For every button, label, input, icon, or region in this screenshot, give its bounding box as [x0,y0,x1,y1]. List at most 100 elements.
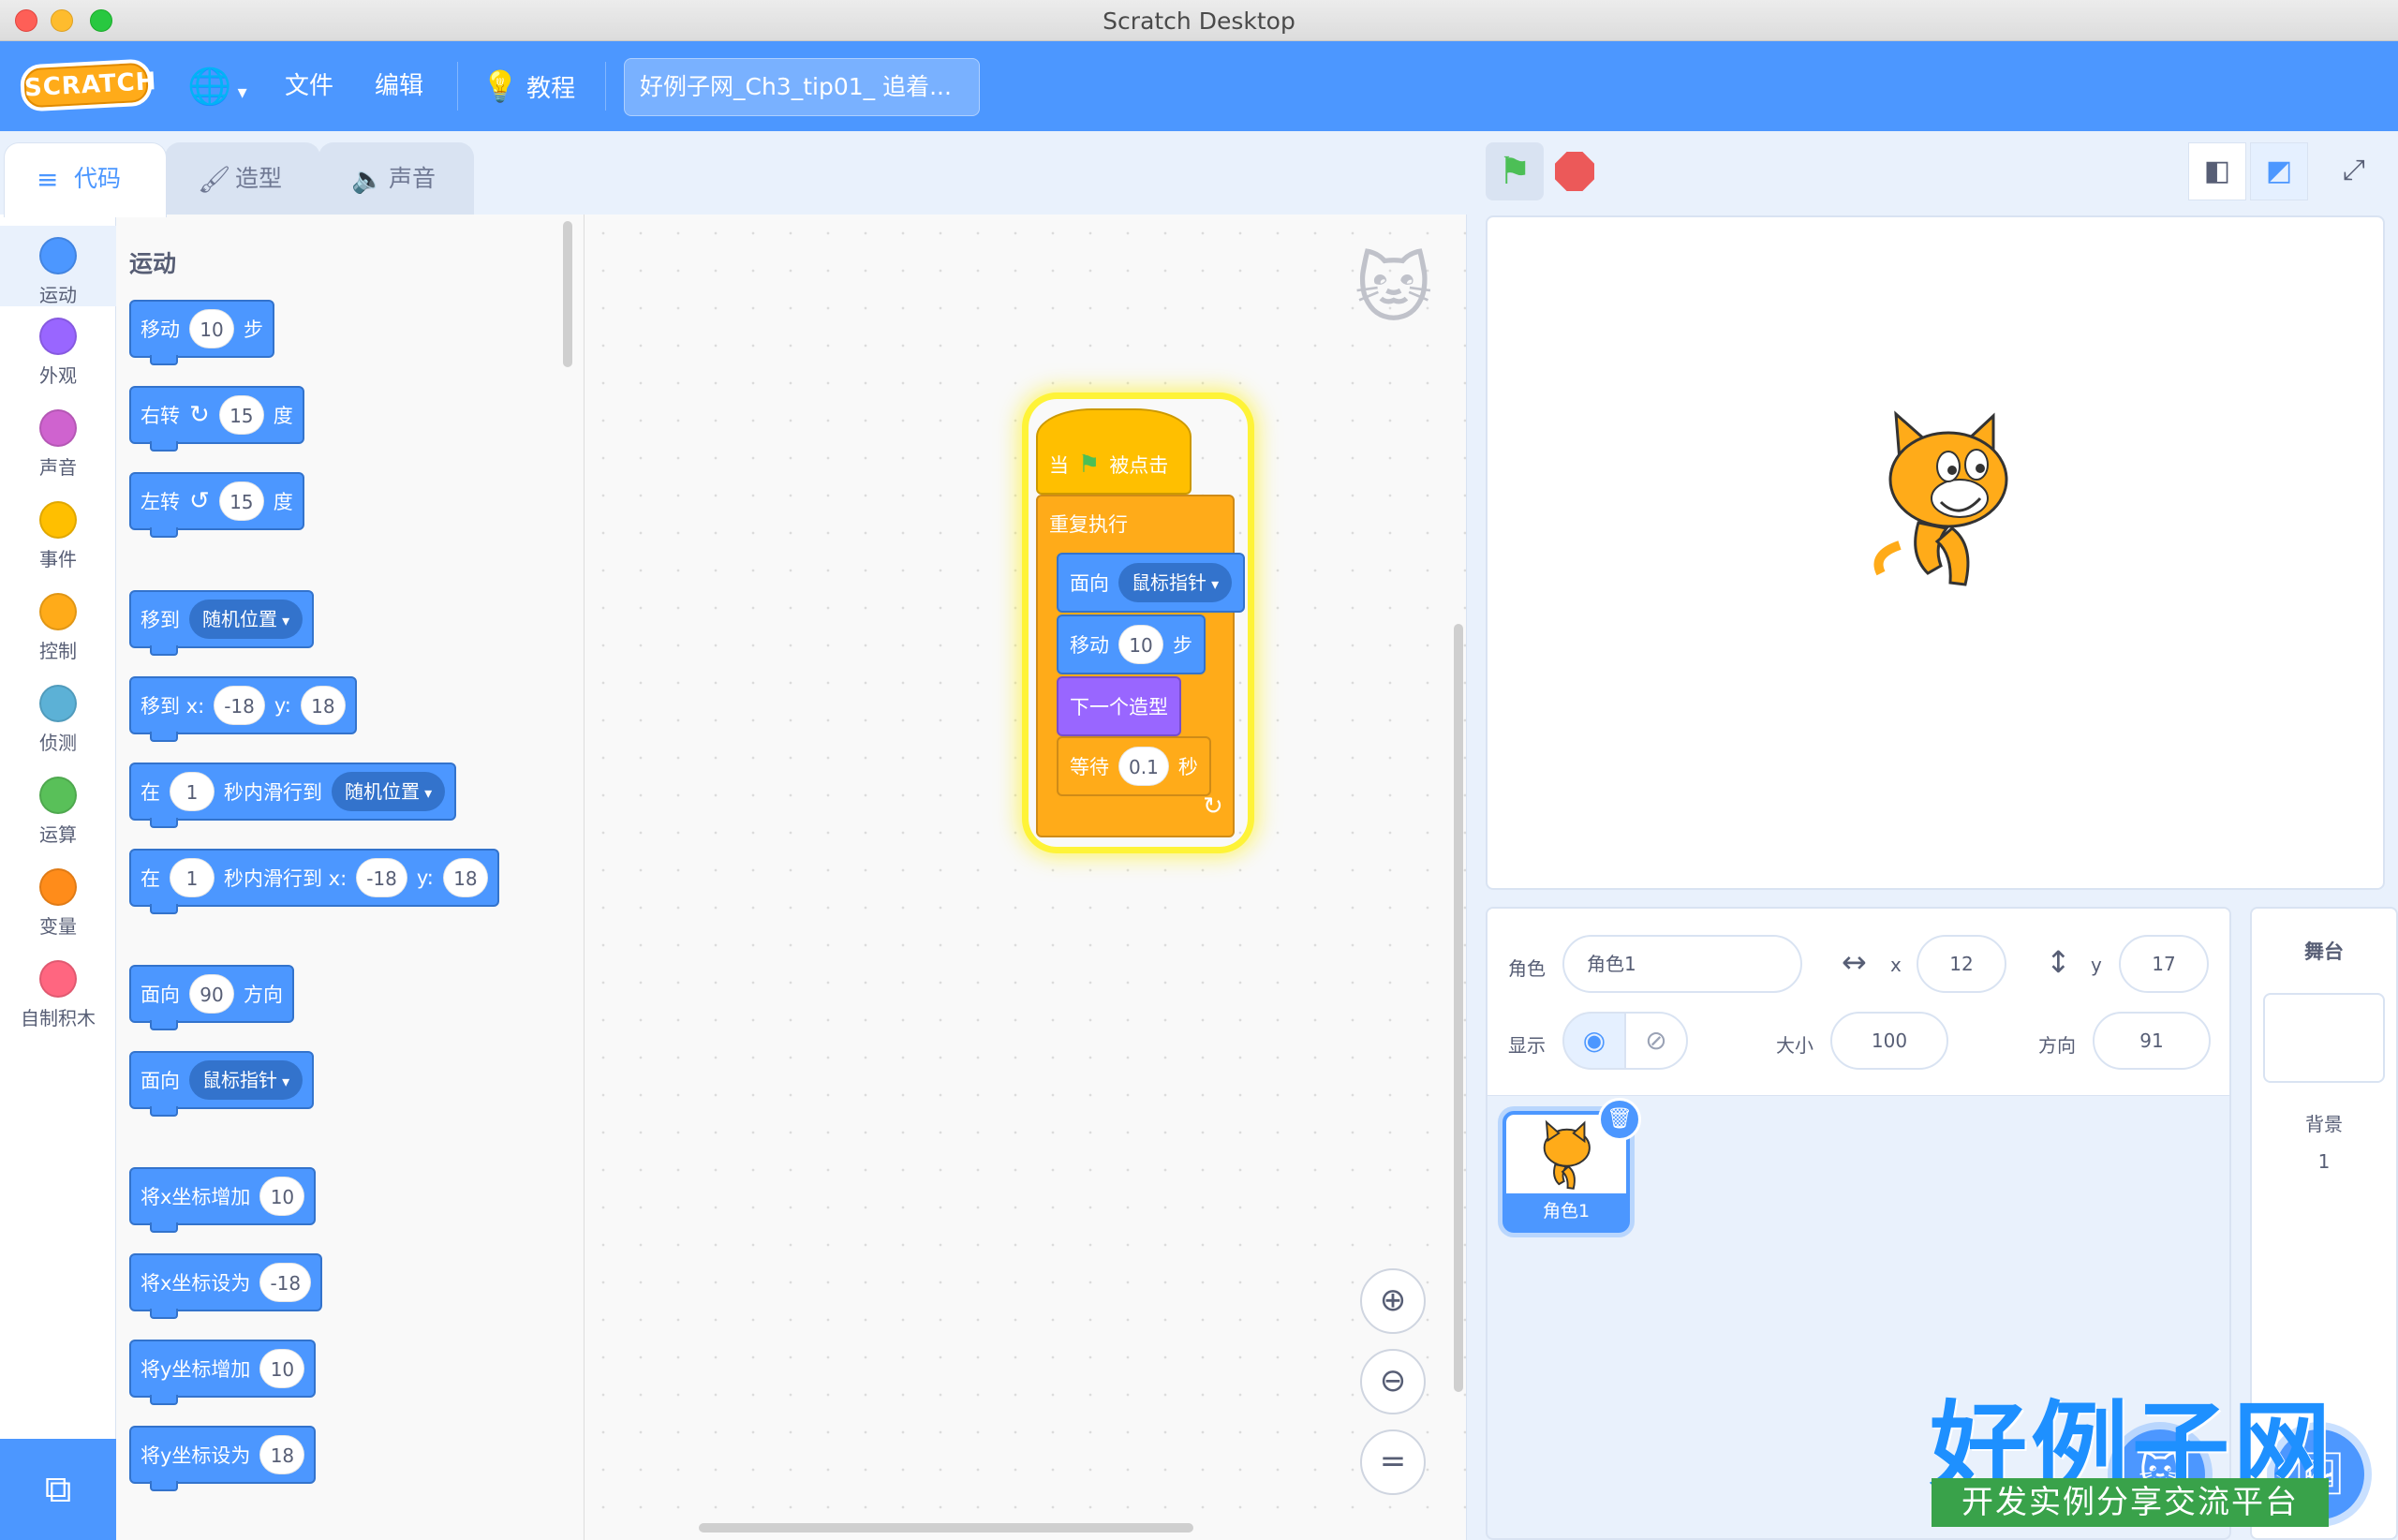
block-number-input[interactable]: 90 [189,974,234,1014]
large-stage-button[interactable]: ◩ [2250,142,2308,200]
block-change-x[interactable]: 将x坐标增加 10 [129,1167,317,1233]
block-point-direction[interactable]: 面向 90 方向 [129,965,294,1030]
add-extension-button[interactable]: ⧉ [0,1439,116,1540]
file-menu[interactable]: 文件 [285,41,333,131]
block-number-input[interactable]: 10 [1118,625,1163,664]
block-number-input[interactable]: 18 [300,686,346,725]
project-title-input[interactable]: 好例子网_Ch3_tip01_ 追着... [624,58,980,116]
window-titlebar: Scratch Desktop [0,0,2398,41]
block-number-input[interactable]: 10 [259,1177,305,1216]
tutorials-menu[interactable]: 💡 教程 [481,41,575,131]
category-variables[interactable]: 变量 [0,868,116,939]
wait-block[interactable]: 等待 0.1 秒 [1057,736,1211,796]
tab-costumes[interactable]: 🖌 造型 [165,142,320,215]
block-text: 左转 [141,491,180,513]
tab-sounds[interactable]: 🔈 声音 [318,142,474,215]
category-sensing[interactable]: 侦测 [0,685,116,755]
block-number-input[interactable]: 15 [218,481,264,521]
block-dropdown[interactable]: 随机位置 [189,600,303,639]
block-number-input[interactable]: 18 [259,1435,305,1474]
sprite-tile-name: 角色1 [1542,1201,1591,1222]
block-turn-left[interactable]: 左转 ↺ 15 度 [129,472,304,538]
block-text: 秒 [1177,756,1198,778]
show-sprite-button[interactable]: ◉ [1562,1012,1626,1070]
rotate-clockwise-icon: ↻ [189,401,210,429]
zoom-reset-button[interactable]: = [1360,1429,1426,1495]
edit-menu[interactable]: 编辑 [375,41,423,131]
block-number-input[interactable]: 18 [442,858,488,897]
cat-thumbnail-icon [1543,1119,1591,1190]
tab-sounds-label: 声音 [389,165,437,192]
block-number-input[interactable]: 1 [170,858,215,897]
zoom-out-button[interactable]: ⊖ [1360,1349,1426,1414]
fullscreen-button[interactable]: ⤢ [2321,142,2387,200]
category-control[interactable]: 控制 [0,593,116,663]
block-goto-xy[interactable]: 移到 x: -18 y: 18 [129,676,357,742]
move-steps-block[interactable]: 移动 10 步 [1057,615,1206,674]
category-looks[interactable]: 外观 [0,318,116,388]
hide-sprite-button[interactable]: ⊘ [1624,1012,1688,1070]
stage-canvas[interactable] [1486,215,2385,890]
block-text: y: [416,866,434,889]
zoom-reset-icon: = [1379,1443,1407,1480]
category-sound[interactable]: 声音 [0,409,116,480]
green-flag-button[interactable]: ⚑ [1486,142,1544,200]
block-change-y[interactable]: 将y坐标增加 10 [129,1340,317,1405]
category-events[interactable]: 事件 [0,501,116,571]
block-text: 面向 [1070,572,1109,595]
block-number-input[interactable]: 10 [259,1349,305,1388]
globe-icon: 🌐 [187,66,232,107]
small-stage-button[interactable]: ◧ [2188,142,2246,200]
direction-label: 方向 [2038,1034,2076,1057]
tab-code-label: 代码 [74,165,122,192]
block-text: 在 [141,781,160,804]
block-set-x[interactable]: 将x坐标设为 -18 [129,1253,323,1319]
zoom-in-button[interactable]: ⊕ [1360,1268,1426,1334]
block-number-input[interactable]: 15 [218,395,264,435]
block-dropdown[interactable]: 鼠标指针 [189,1060,303,1100]
block-text: 步 [1173,634,1192,657]
when-flag-clicked-block[interactable]: 当 ⚑ 被点击 [1036,408,1192,495]
block-number-input[interactable]: -18 [356,858,407,897]
tab-code[interactable]: ≡ 代码 [4,142,167,217]
category-operators[interactable]: 运算 [0,777,116,847]
block-number-input[interactable]: 10 [189,309,234,348]
x-input[interactable]: 12 [1917,935,2006,993]
block-set-y[interactable]: 将y坐标设为 18 [129,1426,317,1491]
block-number-input[interactable]: 1 [170,772,215,811]
block-glide-xy[interactable]: 在 1 秒内滑行到 x: -18 y: 18 [129,849,499,914]
block-number-input[interactable]: -18 [214,686,265,725]
block-number-input[interactable]: 0.1 [1118,747,1169,786]
stop-button[interactable] [1555,152,1594,191]
stage-thumbnail[interactable] [2263,993,2385,1083]
block-dropdown[interactable]: 鼠标指针 [1118,563,1233,602]
stage-pane-title: 舞台 [2304,940,2344,963]
next-costume-block[interactable]: 下一个造型 [1057,676,1181,736]
cat-sprite[interactable] [1862,405,2031,592]
block-move-steps[interactable]: 移动 10 步 [129,300,274,365]
block-number-input[interactable]: -18 [259,1263,312,1302]
point-towards-block[interactable]: 面向 鼠标指针 [1057,553,1246,613]
sprite-name-input[interactable]: 角色1 [1562,935,1802,993]
category-motion[interactable]: 运动 [0,226,116,306]
block-turn-right[interactable]: 右转 ↻ 15 度 [129,386,304,452]
workspace-vertical-scrollbar[interactable] [1454,624,1463,1392]
category-motion-dot [39,237,77,274]
workspace-horizontal-scrollbar[interactable] [699,1523,1193,1533]
block-text: 移到 [141,609,180,631]
block-glide-to[interactable]: 在 1 秒内滑行到 随机位置 [129,763,457,828]
size-input[interactable]: 100 [1830,1012,1948,1070]
delete-sprite-button[interactable]: 🗑 [1598,1098,1641,1141]
category-my-blocks[interactable]: 自制积木 [0,960,116,1030]
script-workspace[interactable] [585,215,1467,1540]
block-point-towards[interactable]: 面向 鼠标指针 [129,1051,315,1117]
language-menu[interactable]: 🌐 ▾ [187,41,247,131]
scratch-logo[interactable]: SCRATCH [19,58,157,112]
block-goto[interactable]: 移到 随机位置 [129,590,315,656]
palette-scrollbar[interactable] [563,221,572,367]
y-input[interactable]: 17 [2119,935,2209,993]
block-dropdown[interactable]: 随机位置 [332,772,446,811]
speaker-icon: 🔈 [351,164,384,195]
window-title: Scratch Desktop [1103,7,1295,35]
direction-input[interactable]: 91 [2093,1012,2211,1070]
